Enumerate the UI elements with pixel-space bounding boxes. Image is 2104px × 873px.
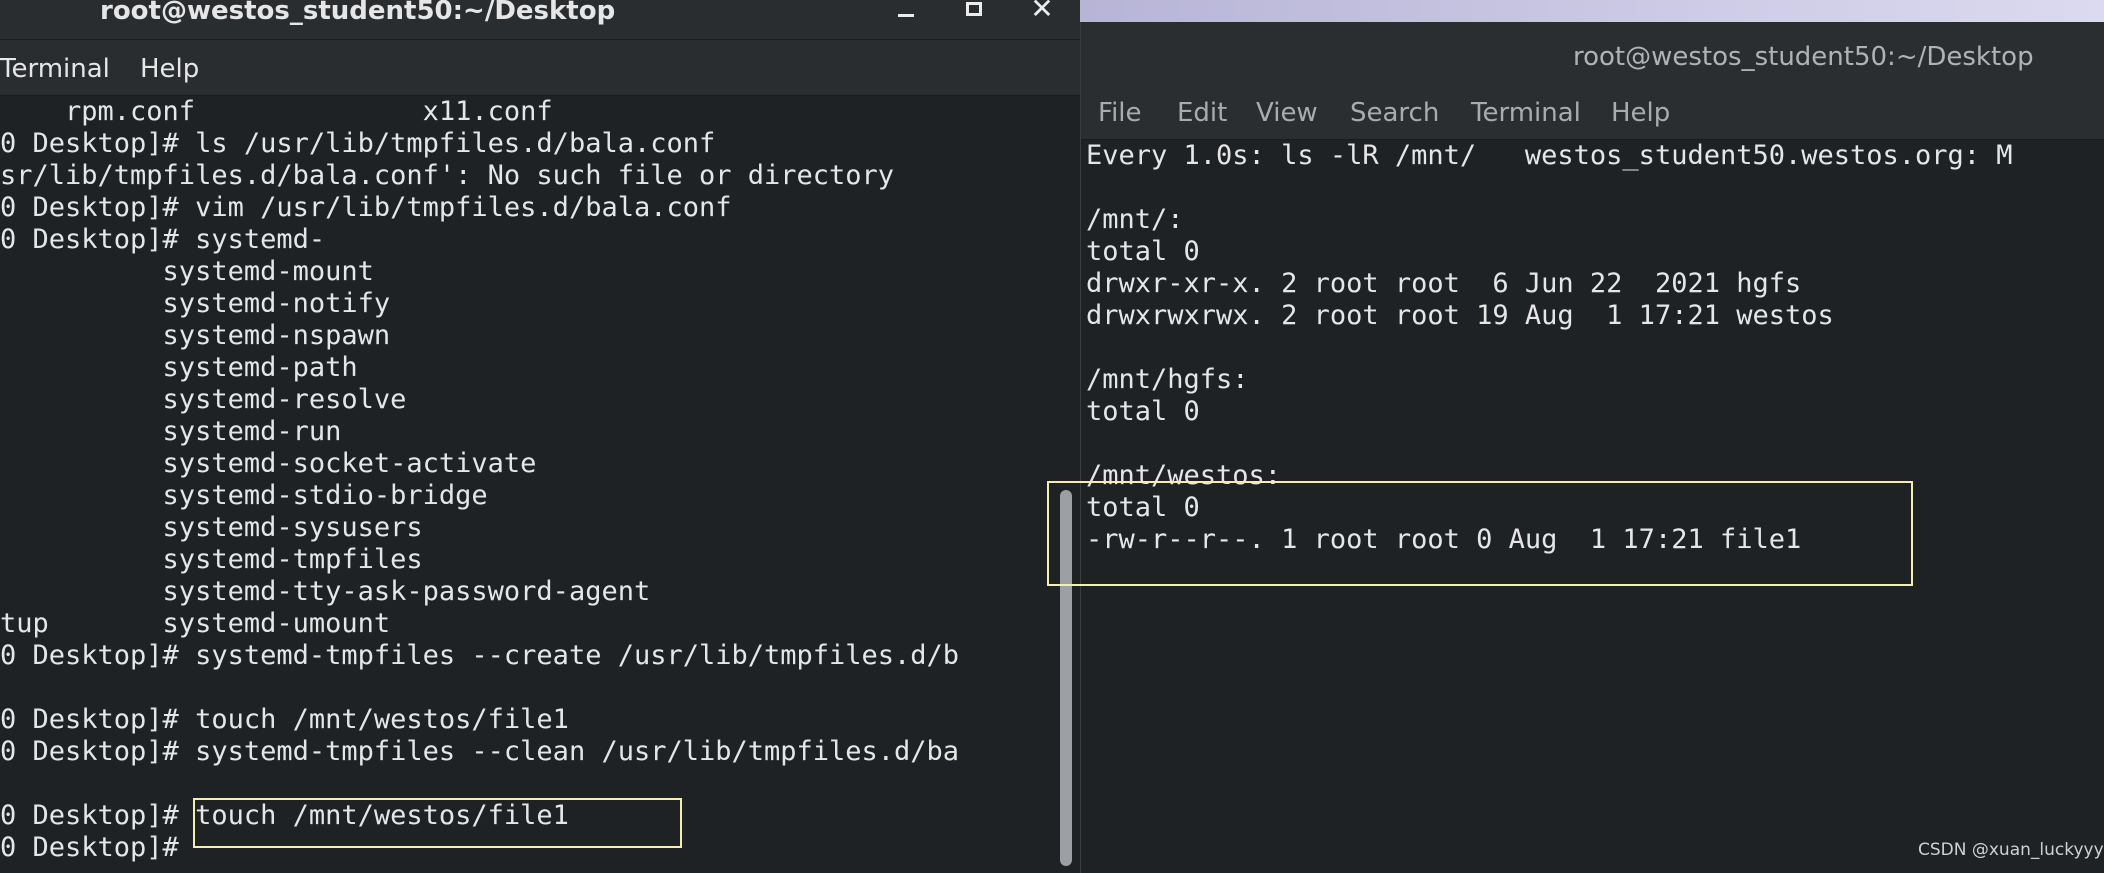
terminal-line: Every 1.0s: ls -lR /mnt/ westos_student5… bbox=[1086, 140, 2013, 171]
menu-terminal[interactable]: Terminal bbox=[0, 54, 110, 84]
left-terminal-window: root@westos_student50:~/Desktop ✕ Termin… bbox=[0, 0, 1080, 873]
terminal-prompt-line: 0 Desktop]# bbox=[0, 832, 179, 863]
terminal-line: total 0 bbox=[1086, 492, 1200, 523]
close-button[interactable]: ✕ bbox=[1020, 0, 1064, 28]
terminal-line: /mnt/hgfs: bbox=[1086, 364, 1249, 395]
terminal-line: systemd-resolve bbox=[0, 384, 407, 415]
maximize-icon bbox=[966, 2, 982, 16]
terminal-line: 0 Desktop]# systemd- bbox=[0, 224, 326, 255]
terminal-line: 0 Desktop]# systemd-tmpfiles --create /u… bbox=[0, 640, 960, 671]
terminal-line: drwxr-xr-x. 2 root root 6 Jun 22 2021 hg… bbox=[1086, 268, 1802, 299]
terminal-line: tup systemd-umount bbox=[0, 608, 391, 639]
right-window-title: root@westos_student50:~/Desktop bbox=[1573, 42, 2034, 72]
terminal-line: 0 Desktop]# vim /usr/lib/tmpfiles.d/bala… bbox=[0, 192, 732, 223]
terminal-line: total 0 bbox=[1086, 396, 1200, 427]
terminal-line: total 0 bbox=[1086, 236, 1200, 267]
menu-edit[interactable]: Edit bbox=[1177, 98, 1227, 128]
terminal-line: 0 Desktop]# touch /mnt/westos/file1 bbox=[0, 800, 569, 831]
right-terminal-window: root@westos_student50:~/Desktop File Edi… bbox=[1080, 22, 2104, 873]
watermark: CSDN @xuan_luckyyy bbox=[1918, 840, 2104, 860]
terminal-line: systemd-nspawn bbox=[0, 320, 391, 351]
right-terminal-output[interactable]: Every 1.0s: ls -lR /mnt/ westos_student5… bbox=[1081, 140, 2104, 873]
maximize-button[interactable] bbox=[952, 0, 996, 28]
menu-file[interactable]: File bbox=[1098, 98, 1142, 128]
background-window-strip bbox=[1080, 0, 2104, 22]
minimize-icon bbox=[898, 14, 914, 17]
terminal-line: systemd-tty-ask-password-agent bbox=[0, 576, 651, 607]
left-scrollbar-thumb[interactable] bbox=[1060, 490, 1072, 866]
close-icon: ✕ bbox=[1030, 0, 1054, 25]
terminal-line: 0 Desktop]# ls /usr/lib/tmpfiles.d/bala.… bbox=[0, 128, 716, 159]
left-titlebar[interactable]: root@westos_student50:~/Desktop ✕ bbox=[0, 0, 1080, 40]
terminal-line: /mnt/westos: bbox=[1086, 460, 1282, 491]
menu-help[interactable]: Help bbox=[140, 54, 199, 84]
left-menubar: Terminal Help bbox=[0, 40, 1080, 96]
left-terminal-output[interactable]: rpm.conf x11.conf 0 Desktop]# ls /usr/li… bbox=[0, 96, 1052, 873]
minimize-button[interactable] bbox=[884, 0, 928, 28]
terminal-line: 0 Desktop]# touch /mnt/westos/file1 bbox=[0, 704, 569, 735]
terminal-line: -rw-r--r--. 1 root root 0 Aug 1 17:21 fi… bbox=[1086, 524, 1802, 555]
terminal-line: systemd-sysusers bbox=[0, 512, 423, 543]
terminal-line: systemd-notify bbox=[0, 288, 391, 319]
terminal-line: systemd-mount bbox=[0, 256, 374, 287]
terminal-line: systemd-socket-activate bbox=[0, 448, 537, 479]
left-window-title: root@westos_student50:~/Desktop bbox=[100, 0, 616, 26]
terminal-line: rpm.conf x11.conf bbox=[0, 96, 553, 127]
terminal-line: 0 Desktop]# systemd-tmpfiles --clean /us… bbox=[0, 736, 960, 767]
terminal-line: systemd-tmpfiles bbox=[0, 544, 423, 575]
menu-help[interactable]: Help bbox=[1611, 98, 1670, 128]
menu-terminal[interactable]: Terminal bbox=[1471, 98, 1581, 128]
terminal-line: systemd-stdio-bridge bbox=[0, 480, 488, 511]
terminal-line: sr/lib/tmpfiles.d/bala.conf': No such fi… bbox=[0, 160, 895, 191]
menu-search[interactable]: Search bbox=[1350, 98, 1439, 128]
right-titlebar[interactable]: root@westos_student50:~/Desktop bbox=[1081, 22, 2104, 92]
terminal-line: systemd-run bbox=[0, 416, 342, 447]
terminal-line: systemd-path bbox=[0, 352, 358, 383]
terminal-line: drwxrwxrwx. 2 root root 19 Aug 1 17:21 w… bbox=[1086, 300, 1834, 331]
terminal-line: /mnt/: bbox=[1086, 204, 1184, 235]
right-menubar: File Edit View Search Terminal Help bbox=[1081, 92, 2104, 140]
menu-view[interactable]: View bbox=[1256, 98, 1318, 128]
